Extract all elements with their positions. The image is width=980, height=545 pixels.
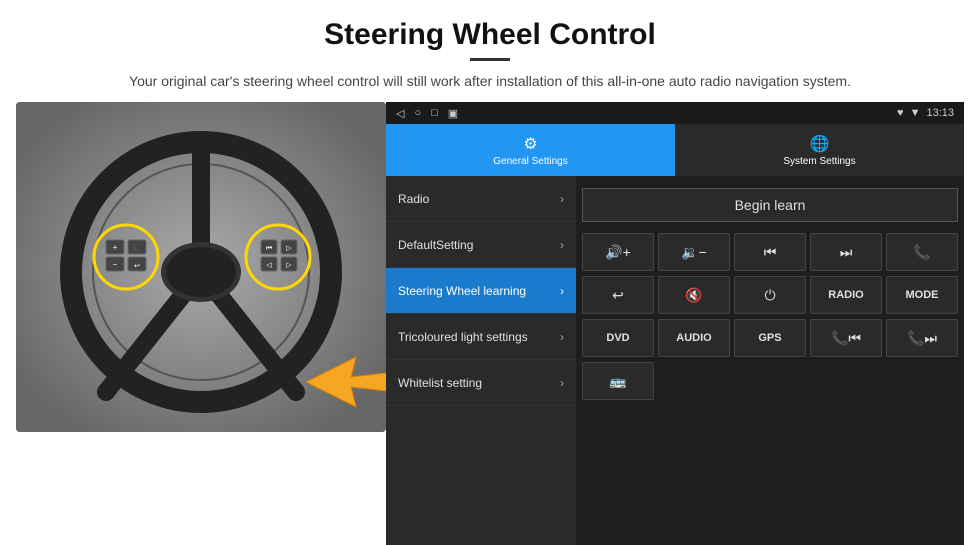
mute-button[interactable]: 🔇 [658, 276, 730, 314]
bus-icon: 🚌 [609, 373, 626, 390]
audio-label: AUDIO [676, 332, 711, 344]
tab-general-settings[interactable]: ⚙ General Settings [386, 124, 675, 176]
power-button[interactable]: ⏻ [734, 276, 806, 314]
menu-label-radio: Radio [398, 192, 560, 206]
svg-text:⏮: ⏮ [266, 245, 272, 252]
svg-text:▷: ▷ [286, 262, 292, 269]
gps-label: GPS [758, 332, 781, 344]
power-icon: ⏻ [764, 287, 775, 304]
control-row-2: ↩ 🔇 ⏻ RADIO MODE [582, 276, 958, 314]
svg-text:◁: ◁ [266, 262, 272, 269]
menu-item-radio[interactable]: Radio › [386, 176, 576, 222]
header-section: Steering Wheel Control Your original car… [0, 0, 980, 102]
title-divider [470, 58, 510, 61]
mute-icon: 🔇 [685, 287, 702, 304]
menu-label-tricolour: Tricoloured light settings [398, 330, 560, 344]
radio-mode-button[interactable]: RADIO [810, 276, 882, 314]
content-area: + − 📞 ↩ ⏮ ▷ ◁ ▷ [0, 102, 980, 545]
apps-nav-icon[interactable]: ▣ [448, 107, 458, 120]
tab-bar: ⚙ General Settings 🌐 System Settings [386, 124, 964, 176]
time-display: 13:13 [926, 107, 954, 119]
control-panel: Begin learn 🔊+ 🔉− ⏮ [576, 176, 964, 545]
phone-prev-icon: 📞⏮ [831, 330, 861, 347]
svg-text:−: − [113, 260, 118, 269]
menu-label-default: DefaultSetting [398, 238, 560, 252]
ui-body: Radio › DefaultSetting › Steering Wheel … [386, 176, 964, 545]
system-settings-icon: 🌐 [810, 134, 830, 154]
back-button[interactable]: ↩ [582, 276, 654, 314]
phone-next-button[interactable]: 📞⏭ [886, 319, 958, 357]
dvd-button[interactable]: DVD [582, 319, 654, 357]
control-row-4: 🚌 [582, 362, 958, 400]
menu-label-steering: Steering Wheel learning [398, 284, 560, 298]
phone-next-icon: 📞⏭ [907, 330, 937, 347]
chevron-icon-radio: › [560, 192, 564, 206]
status-right: ♥ ▼ 13:13 [897, 107, 954, 119]
control-row-3: DVD AUDIO GPS 📞⏮ 📞⏭ [582, 319, 958, 357]
svg-text:↩: ↩ [134, 263, 140, 270]
chevron-icon-default: › [560, 238, 564, 252]
svg-text:+: + [113, 243, 118, 252]
prev-track-button[interactable]: ⏮ [734, 233, 806, 271]
mode-button[interactable]: MODE [886, 276, 958, 314]
recents-nav-icon[interactable]: □ [431, 107, 438, 119]
next-track-icon: ⏭ [840, 244, 853, 261]
svg-text:📞: 📞 [133, 244, 142, 253]
status-left: ◁ ○ □ ▣ [396, 107, 458, 120]
general-settings-icon: ⚙ [523, 134, 537, 154]
chevron-icon-whitelist: › [560, 376, 564, 390]
begin-learn-row: Begin learn [582, 182, 958, 228]
steering-wheel-image: + − 📞 ↩ ⏮ ▷ ◁ ▷ [16, 102, 386, 432]
control-row-1: 🔊+ 🔉− ⏮ ⏭ 📞 [582, 233, 958, 271]
signal-icon: ▼ [910, 107, 921, 119]
vol-up-icon: 🔊+ [605, 244, 631, 261]
phone-icon: 📞 [913, 244, 930, 261]
vol-down-button[interactable]: 🔉− [658, 233, 730, 271]
dvd-label: DVD [606, 332, 629, 344]
menu-item-default[interactable]: DefaultSetting › [386, 222, 576, 268]
page-wrapper: Steering Wheel Control Your original car… [0, 0, 980, 545]
menu-item-steering[interactable]: Steering Wheel learning › [386, 268, 576, 314]
bus-button[interactable]: 🚌 [582, 362, 654, 400]
back-nav-icon[interactable]: ◁ [396, 107, 404, 120]
home-nav-icon[interactable]: ○ [414, 107, 421, 119]
phone-prev-button[interactable]: 📞⏮ [810, 319, 882, 357]
steering-wheel-svg: + − 📞 ↩ ⏮ ▷ ◁ ▷ [16, 102, 386, 432]
next-track-button[interactable]: ⏭ [810, 233, 882, 271]
vol-down-icon: 🔉− [681, 244, 707, 261]
menu-item-tricolour[interactable]: Tricoloured light settings › [386, 314, 576, 360]
chevron-icon-steering: › [560, 284, 564, 298]
menu-label-whitelist: Whitelist setting [398, 376, 560, 390]
menu-item-whitelist[interactable]: Whitelist setting › [386, 360, 576, 406]
mode-label: MODE [906, 289, 939, 301]
tab-system-settings[interactable]: 🌐 System Settings [675, 124, 964, 176]
tab-general-label: General Settings [493, 156, 568, 167]
chevron-icon-tricolour: › [560, 330, 564, 344]
radio-label: RADIO [828, 289, 863, 301]
headunit: ◁ ○ □ ▣ ♥ ▼ 13:13 ⚙ General Settings [386, 102, 964, 545]
vol-up-button[interactable]: 🔊+ [582, 233, 654, 271]
svg-text:▷: ▷ [286, 245, 292, 252]
gps-button[interactable]: GPS [734, 319, 806, 357]
phone-button[interactable]: 📞 [886, 233, 958, 271]
begin-learn-button[interactable]: Begin learn [582, 188, 958, 222]
audio-button[interactable]: AUDIO [658, 319, 730, 357]
subtitle-text: Your original car's steering wheel contr… [60, 71, 920, 92]
tab-system-label: System Settings [783, 156, 855, 167]
back-icon: ↩ [612, 287, 624, 304]
page-title: Steering Wheel Control [60, 18, 920, 52]
menu-list: Radio › DefaultSetting › Steering Wheel … [386, 176, 576, 545]
prev-track-icon: ⏮ [764, 244, 777, 261]
location-icon: ♥ [897, 107, 904, 119]
status-bar: ◁ ○ □ ▣ ♥ ▼ 13:13 [386, 102, 964, 124]
